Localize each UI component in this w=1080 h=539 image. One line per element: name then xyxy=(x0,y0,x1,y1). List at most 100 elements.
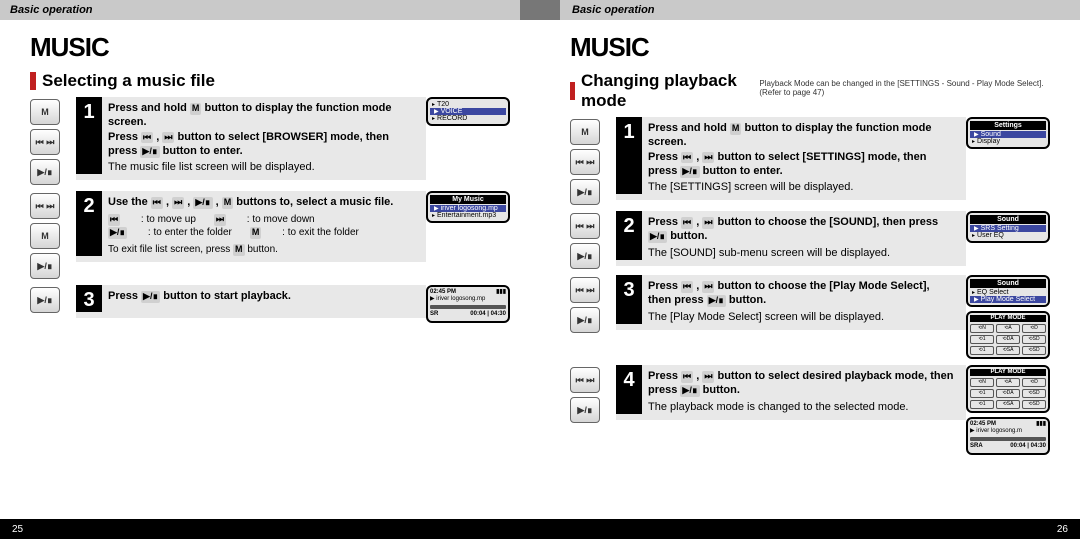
inline-button-icon: M xyxy=(233,244,245,256)
screen-column: Sound▸EQ Select▶Play Mode SelectPLAY MOD… xyxy=(966,275,1050,359)
button-column: ⏮ ⏭▶/∎ xyxy=(570,275,616,333)
step-body: 3Press ⏮ , ⏭ button to choose the [Play … xyxy=(616,275,966,330)
button-column: M ⏮ ⏭ ▶/∎ xyxy=(570,117,616,205)
playmode-option: ⟲N xyxy=(970,324,994,333)
step-number: 3 xyxy=(616,275,642,324)
inline-button-icon: ⏮ xyxy=(681,217,693,229)
device-screen: ▸T20▶VOICE▸RECORD xyxy=(426,97,510,126)
playmode-option: ⟲1 xyxy=(970,346,994,355)
hardware-button: ▶/∎ xyxy=(570,243,600,269)
inline-button-icon: M xyxy=(250,227,262,239)
step-text: Press ▶/∎ button to start playback. xyxy=(108,285,295,312)
lcd-title: Sound xyxy=(970,215,1046,224)
step-description: The [SETTINGS] screen will be displayed. xyxy=(648,180,954,194)
section-title: Selecting a music file xyxy=(42,71,215,91)
step-number: 2 xyxy=(616,211,642,260)
hardware-button: ⏮ ⏭ xyxy=(570,149,600,175)
hardware-button: ▶/∎ xyxy=(30,253,60,279)
inline-button-icon: ⏭ xyxy=(702,371,714,383)
step-body: 2Press ⏮ , ⏭ button to choose the [SOUND… xyxy=(616,211,966,266)
inline-button-icon: ⏮ xyxy=(141,132,153,144)
button-column: ⏮ ⏭ M ▶/∎ xyxy=(30,191,76,279)
inline-button-icon: ⏮ xyxy=(681,152,693,164)
screen-column: Settings▶Sound▸Display xyxy=(966,117,1050,149)
hardware-button: ▶/∎ xyxy=(570,179,600,205)
step-text: Press ⏮ , ⏭ button to choose the [SOUND]… xyxy=(648,211,958,260)
step-number: 4 xyxy=(616,365,642,414)
inline-button-icon: M xyxy=(222,197,234,209)
step-number: 1 xyxy=(76,97,102,174)
device-screen: My Music▶iriver logosong.mp▸Entertainmen… xyxy=(426,191,510,223)
chapter-bar: Basic operation xyxy=(540,0,1080,20)
lcd-item: ▸User EQ xyxy=(968,232,1048,239)
hardware-button: ⏮ ⏭ xyxy=(30,193,60,219)
page-footer: 26 xyxy=(540,519,1080,539)
instruction-step: ⏮ ⏭ M ▶/∎ 2Use the ⏮ , ⏭ , ▶/∎ , M buttons … xyxy=(30,191,510,279)
step-body: 3Press ▶/∎ button to start playback. xyxy=(76,285,426,318)
playmode-option: ⟲A xyxy=(996,378,1020,387)
page-title: MUSIC xyxy=(570,32,1050,63)
playmode-screen: PLAY MODE⟲N⟲A⟲D⟲1⟲DA⟲SD⟲1⟲SA⟲SD xyxy=(966,311,1050,359)
page-number: 26 xyxy=(1057,524,1068,535)
screen-column: PLAY MODE⟲N⟲A⟲D⟲1⟲DA⟲SD⟲1⟲SA⟲SD02:45 PM▮… xyxy=(966,365,1050,455)
lcd-item: ▸EQ Select xyxy=(968,289,1048,296)
inline-button-icon: ⏮ xyxy=(151,197,163,209)
inline-button-icon: ⏮ xyxy=(681,281,693,293)
hardware-button: ▶/∎ xyxy=(30,287,60,313)
inline-button-icon: ⏭ xyxy=(172,197,184,209)
step-text: Use the ⏮ , ⏭ , ▶/∎ , M buttons to, sele… xyxy=(108,191,418,256)
playmode-screen: PLAY MODE⟲N⟲A⟲D⟲1⟲DA⟲SD⟲1⟲SA⟲SD xyxy=(966,365,1050,413)
hardware-button: ⏮ ⏭ xyxy=(570,367,600,393)
step-number: 3 xyxy=(76,285,102,312)
lcd-item: ▸T20 xyxy=(428,101,508,108)
playmode-option: ⟲DA xyxy=(996,389,1020,398)
inline-button-icon: ▶/∎ xyxy=(707,295,726,307)
instruction-step: ⏮ ⏭▶/∎2Press ⏮ , ⏭ button to choose the … xyxy=(570,211,1050,269)
step-description: The playback mode is changed to the sele… xyxy=(648,400,954,414)
hardware-button: M xyxy=(30,99,60,125)
instruction-step: M ⏮ ⏭ ▶/∎ 1Press and hold M button to displ… xyxy=(570,117,1050,205)
lcd-item: ▸Display xyxy=(968,138,1048,145)
playmode-option: ⟲D xyxy=(1022,324,1046,333)
inline-button-icon: ⏭ xyxy=(702,217,714,229)
screen-column: ▸T20▶VOICE▸RECORD xyxy=(426,97,510,126)
step-description: The music file list screen will be displ… xyxy=(108,160,414,174)
step-body: 4Press ⏮ , ⏭ button to select desired pl… xyxy=(616,365,966,420)
hardware-button: ⏮ ⏭ xyxy=(30,129,60,155)
chapter-marker xyxy=(540,0,560,20)
section-title: Changing playback mode xyxy=(581,71,751,111)
playmode-option: ⟲SD xyxy=(1022,389,1046,398)
inline-button-icon: ▶/∎ xyxy=(648,231,667,243)
button-column: ▶/∎ xyxy=(30,285,76,313)
playmode-option: ⟲SD xyxy=(1022,400,1046,409)
lcd-item: ▸Entertainment.mp3 xyxy=(428,212,508,219)
chapter-bar: Basic operation xyxy=(0,0,540,20)
step-body: 2Use the ⏮ , ⏭ , ▶/∎ , M buttons to, sel… xyxy=(76,191,426,262)
playmode-option: ⟲SD xyxy=(1022,335,1046,344)
inline-button-icon: ⏭ xyxy=(702,152,714,164)
key-legend: ⏮ : to move up⏭ : to move down▶/∎ : to e… xyxy=(108,213,414,239)
instruction-step: ⏮ ⏭ ▶/∎ 4Press ⏮ , ⏭ button to select desi… xyxy=(570,365,1050,455)
playmode-option: ⟲SA xyxy=(996,400,1020,409)
playmode-option: ⟲1 xyxy=(970,335,994,344)
step-description: The [SOUND] sub-menu screen will be disp… xyxy=(648,246,954,260)
button-column: ⏮ ⏭ ▶/∎ xyxy=(570,211,616,269)
hardware-button: ▶/∎ xyxy=(570,397,600,423)
hardware-button: ⏮ ⏭ xyxy=(570,213,600,239)
section-note: Playback Mode can be changed in the [SET… xyxy=(759,80,1050,98)
lcd-title: My Music xyxy=(430,195,506,204)
lcd-item: ▶SRS Setting xyxy=(970,225,1046,232)
playmode-option: ⟲SD xyxy=(1022,346,1046,355)
playmode-option: ⟲1 xyxy=(970,389,994,398)
hardware-button: M xyxy=(30,223,60,249)
lcd-title: Sound xyxy=(970,279,1046,288)
playmode-option: ⟲SA xyxy=(996,346,1020,355)
lcd-item: ▶Play Mode Select xyxy=(970,296,1046,303)
step-body: 1Press and hold M button to display the … xyxy=(616,117,966,200)
playmode-option: ⟲N xyxy=(970,378,994,387)
page-title: MUSIC xyxy=(30,32,510,63)
section-accent xyxy=(570,82,575,100)
device-screen: Sound▸EQ Select▶Play Mode Select xyxy=(966,275,1050,307)
hardware-button: M xyxy=(570,119,600,145)
manual-page-right: Basic operation MUSIC Changing playback … xyxy=(540,0,1080,539)
